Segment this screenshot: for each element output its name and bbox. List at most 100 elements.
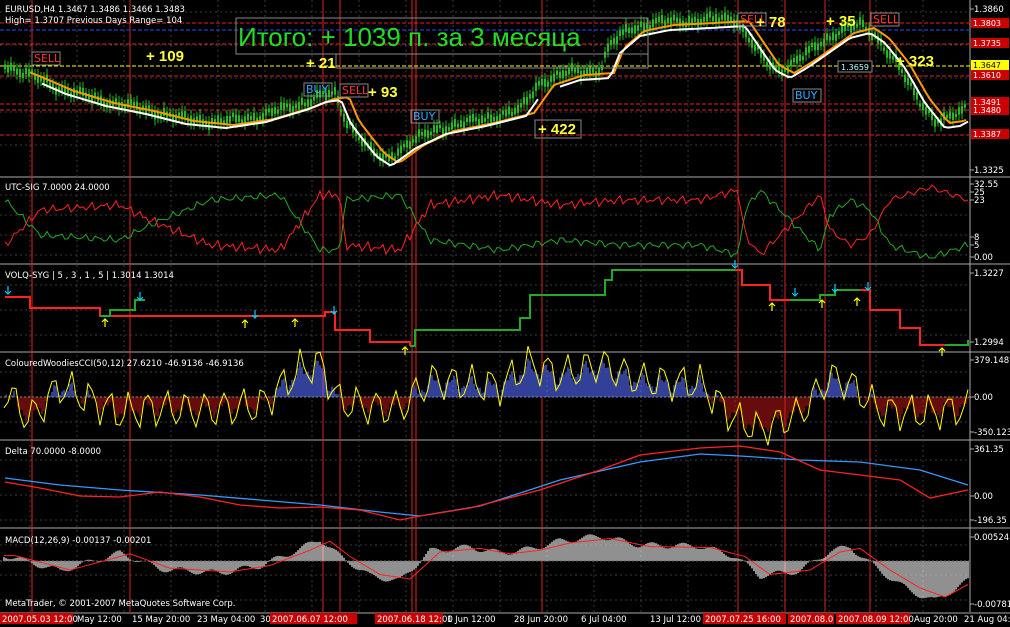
candle-body — [709, 11, 711, 18]
candle-body — [550, 75, 552, 82]
price-tag: 1.3803 — [973, 19, 1001, 28]
candle-body — [313, 96, 315, 101]
candle-body — [415, 135, 417, 144]
candle-body — [409, 141, 411, 149]
axis-label: 379.1487 — [974, 356, 1010, 366]
date-label: 30 — [260, 615, 271, 625]
candle-body — [925, 107, 927, 115]
candle-body — [487, 112, 489, 119]
candle-body — [814, 42, 816, 51]
price-axis: 1.38601.332532.552523850.001.32271.29943… — [970, 5, 1010, 610]
date-label: 2007.06.07 12:00 — [272, 615, 348, 625]
delta-title: Delta 70.0000 -8.0000 — [5, 447, 101, 457]
candle-body — [544, 78, 546, 87]
candle-body — [712, 16, 714, 22]
candle-body — [460, 120, 462, 128]
candle-body — [19, 69, 21, 78]
candle-body — [622, 29, 624, 36]
candle-body — [307, 99, 309, 107]
utc-sig-title: UTC-SIG 7.0000 24.0000 — [5, 183, 110, 193]
candle-body — [799, 54, 801, 62]
candle-body — [277, 109, 279, 114]
candle-body — [532, 91, 534, 99]
candle-body — [16, 68, 18, 75]
candle-body — [292, 106, 294, 113]
date-label: Aug 20:00 — [914, 615, 958, 625]
utc-red-line — [4, 184, 969, 256]
candle-body — [484, 117, 486, 122]
candle-body — [889, 51, 891, 59]
candle-body — [445, 126, 447, 134]
axis-label: 0.00 — [974, 492, 993, 502]
candle-body — [295, 104, 297, 109]
candle-body — [565, 70, 567, 76]
candle-body — [7, 66, 9, 73]
candle-body — [529, 94, 531, 99]
candle-body — [721, 14, 723, 20]
candle-body — [490, 114, 492, 123]
candle-body — [568, 68, 570, 75]
delta-blue-line — [4, 453, 969, 517]
candle-body — [430, 131, 432, 136]
candle-body — [634, 25, 636, 34]
candle-body — [730, 16, 732, 22]
volq-arrow — [241, 319, 249, 328]
candle-body — [283, 102, 285, 110]
candle-body — [478, 118, 480, 126]
candle-body — [631, 27, 633, 34]
candle-body — [637, 25, 639, 31]
candle-body — [904, 74, 906, 83]
date-label: 23 May 04:00 — [197, 615, 255, 625]
axis-label: 23 — [974, 196, 985, 206]
date-label: 21 Aug 04:00 — [964, 615, 1010, 625]
date-label: 13 Jul 12:00 — [650, 615, 701, 625]
candle-body — [790, 59, 792, 67]
symbol-info: EURUSD,H4 1.3467 1.3486 1.3466 1.3483 — [5, 5, 185, 15]
delta-panel[interactable]: Delta 70.0000 -8.0000 — [4, 445, 969, 521]
candle-body — [913, 87, 915, 96]
candle-body — [958, 107, 960, 115]
candle-body — [481, 115, 483, 124]
time-axis: 2007.05.03 12:00 May 12:00 15 May 20:00 23 … — [0, 613, 1010, 625]
utc-sig-panel[interactable]: UTC-SIG 7.0000 24.0000 — [4, 183, 969, 259]
candle-body — [547, 81, 549, 87]
candle-body — [553, 73, 555, 82]
axis-label: 361.35 — [974, 445, 1004, 455]
volq-arrow — [4, 286, 12, 295]
volq-syg-panel[interactable]: VOLQ-SYG | 5 , 3 , 1 , 5 | 1.3014 1.3014 — [4, 260, 969, 356]
macd-signal-line — [4, 537, 969, 598]
volq-arrow — [818, 299, 826, 308]
date-label: 2007.08.0 — [790, 615, 833, 625]
axis-label: 1.3860 — [974, 5, 1004, 15]
candle-body — [457, 123, 459, 128]
candle-body — [820, 42, 822, 47]
candle-body — [271, 108, 273, 117]
volq-syg-title: VOLQ-SYG | 5 , 3 , 1 , 5 | 1.3014 1.3014 — [5, 271, 174, 281]
candle-body — [907, 77, 909, 85]
candle-body — [265, 108, 267, 116]
pip-result: + 78 — [756, 14, 786, 31]
candle-body — [217, 115, 219, 124]
axis-label: -196.35 — [974, 516, 1007, 526]
candle-body — [664, 20, 666, 26]
pip-result: + 109 — [146, 48, 184, 65]
candle-body — [562, 70, 564, 79]
candle-body — [436, 125, 438, 133]
date-label: 2007.06.18 12:00 — [377, 615, 453, 625]
candle-body — [289, 104, 291, 112]
candle-body — [676, 17, 678, 23]
candle-body — [892, 56, 894, 60]
candle-body — [526, 96, 528, 105]
candle-body — [592, 67, 594, 73]
candle-body — [469, 115, 471, 123]
candle-body — [502, 110, 504, 115]
chart-window[interactable]: EURUSD,H4 1.3467 1.3486 1.3466 1.3483 Hi… — [0, 0, 1010, 627]
candle-body — [751, 39, 753, 48]
candle-body — [268, 108, 270, 113]
candle-body — [238, 115, 240, 122]
axis-label: -0.00781 — [974, 600, 1010, 610]
candle-body — [418, 129, 420, 137]
candle-body — [334, 87, 336, 95]
candle-body — [439, 124, 441, 129]
candle-body — [934, 119, 936, 127]
